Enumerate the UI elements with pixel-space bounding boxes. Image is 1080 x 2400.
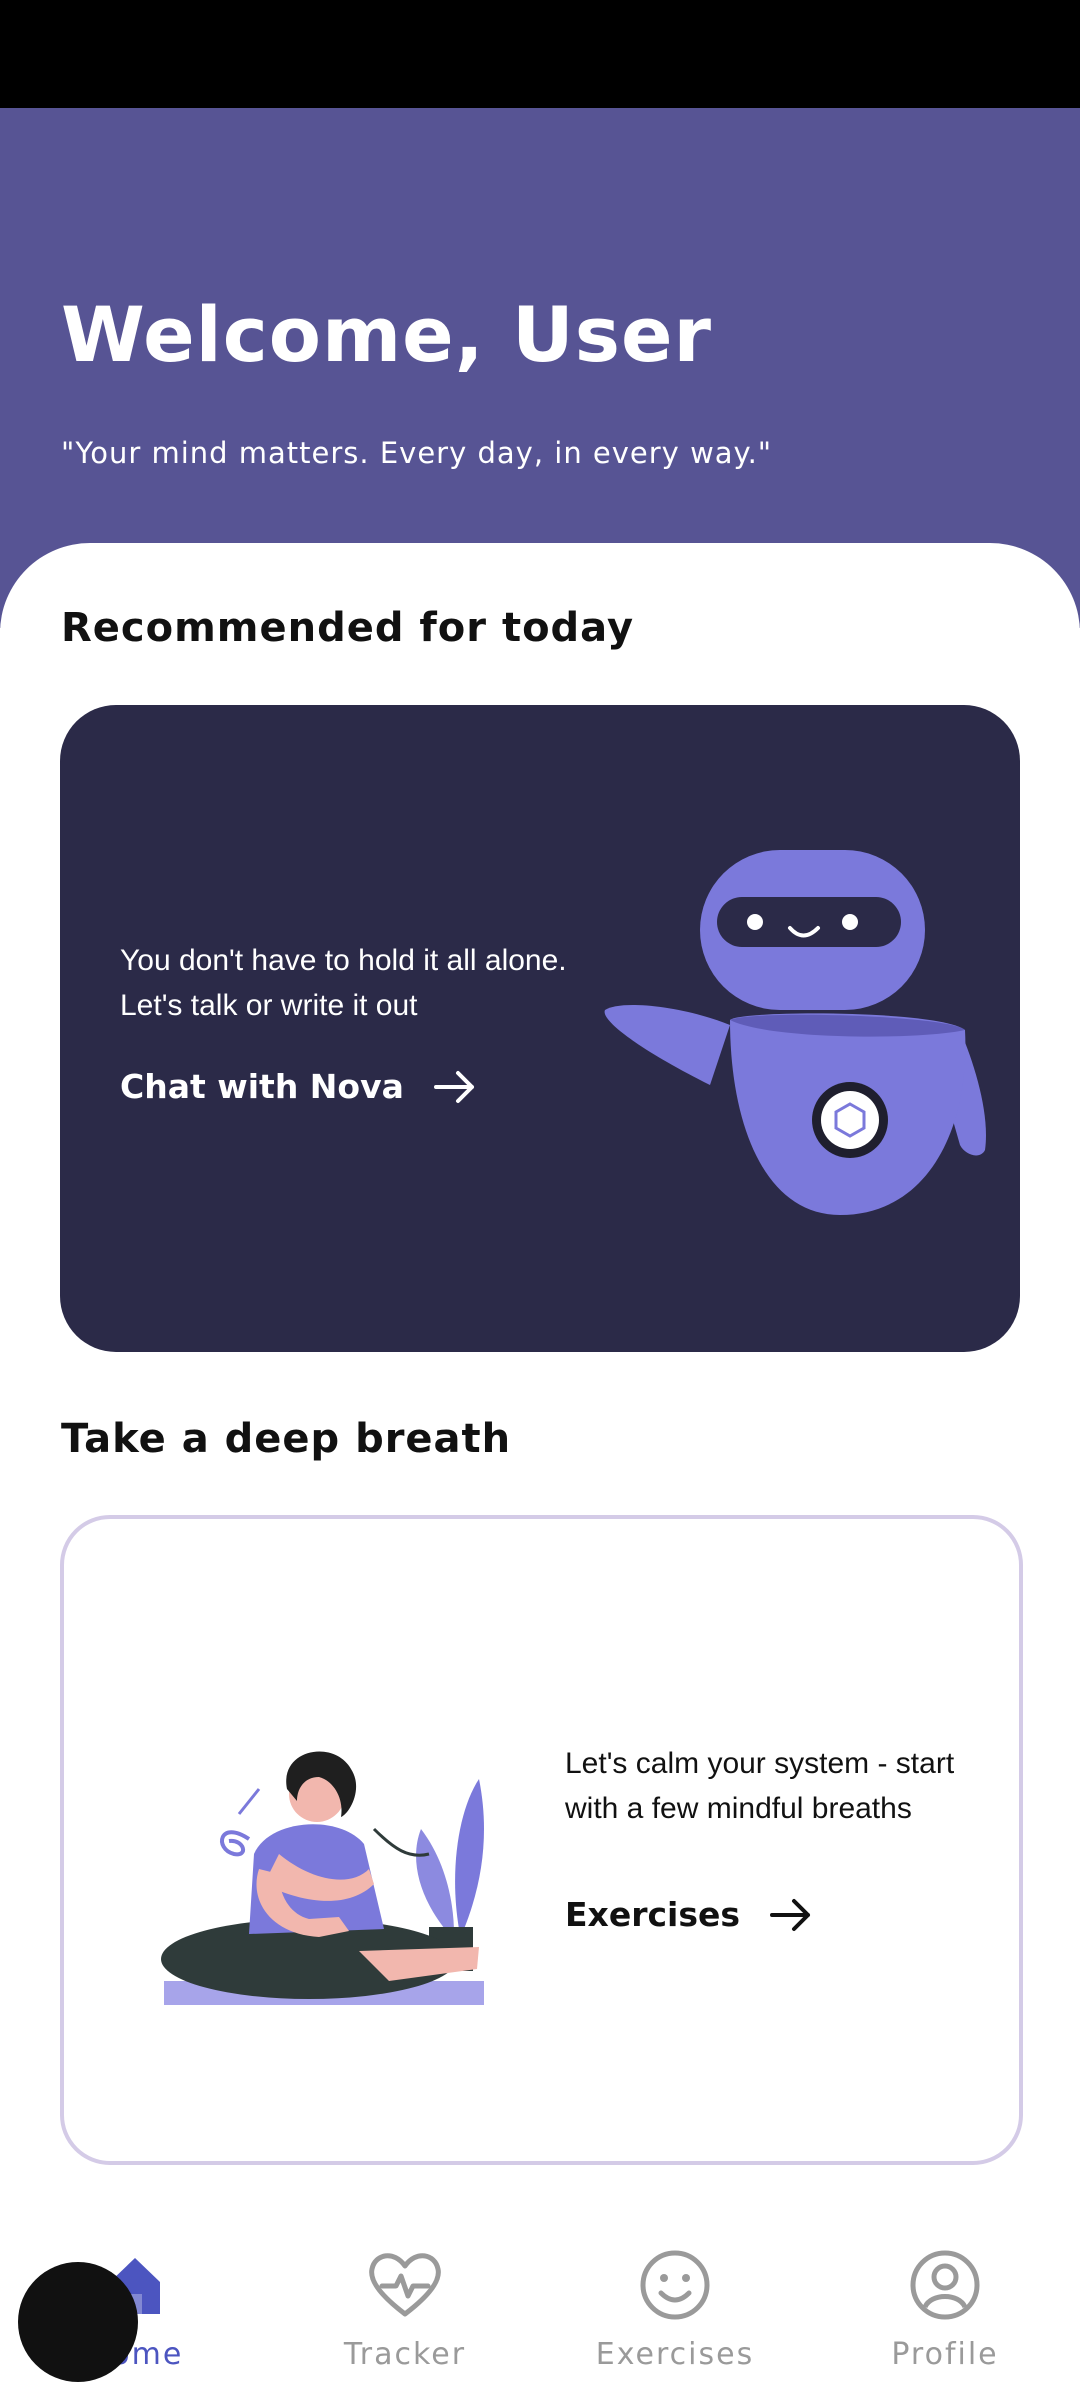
nav-item-tracker[interactable]: Tracker (295, 2245, 515, 2385)
nav-label-tracker: Tracker (343, 2337, 467, 2372)
welcome-title: Welcome, User (61, 290, 713, 379)
chat-with-nova-label: Chat with Nova (120, 1067, 404, 1106)
chat-with-nova-button[interactable]: Chat with Nova (120, 1067, 476, 1106)
nav-item-exercises[interactable]: Exercises (565, 2245, 785, 2385)
exercises-link-label: Exercises (565, 1895, 741, 1934)
exercises-button[interactable]: Exercises (565, 1895, 812, 1934)
arrow-right-icon (433, 1069, 476, 1105)
breath-title: Take a deep breath (61, 1416, 512, 1462)
nav-item-profile[interactable]: Profile (835, 2245, 1055, 2385)
nav-label-profile: Profile (891, 2337, 999, 2372)
floating-touch-indicator[interactable] (18, 2262, 138, 2382)
profile-icon (905, 2245, 985, 2325)
bottom-navigation: Home Tracker Exercises Profile (0, 2205, 1080, 2400)
breath-card[interactable]: Let's calm your system - start with a fe… (60, 1515, 1023, 2165)
breath-message: Let's calm your system - start with a fe… (565, 1747, 955, 1825)
recommended-title: Recommended for today (61, 605, 635, 651)
smiley-icon (635, 2245, 715, 2325)
nova-card[interactable]: You don't have to hold it all alone. Let… (60, 705, 1020, 1352)
nav-label-exercises: Exercises (595, 2337, 755, 2372)
header-quote: "Your mind matters. Every day, in every … (61, 436, 773, 470)
heartbeat-icon (365, 2245, 445, 2325)
meditation-illustration (161, 1751, 484, 2005)
status-bar (0, 0, 1080, 108)
robot-illustration (604, 850, 986, 1215)
nova-message: You don't have to hold it all alone. Let… (120, 944, 567, 1022)
arrow-right-icon (770, 1897, 812, 1933)
